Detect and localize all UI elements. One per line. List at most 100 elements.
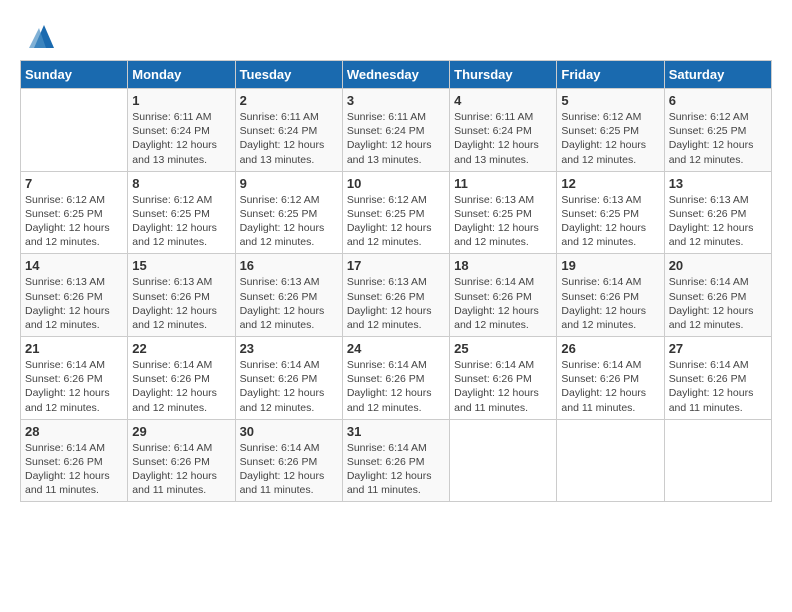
calendar-cell: 5 Sunrise: 6:12 AMSunset: 6:25 PMDaylight… xyxy=(557,89,664,172)
calendar-cell: 15 Sunrise: 6:13 AMSunset: 6:26 PMDayligh… xyxy=(128,254,235,337)
calendar-cell: 11 Sunrise: 6:13 AMSunset: 6:25 PMDayligh… xyxy=(450,171,557,254)
day-info: Sunrise: 6:14 AMSunset: 6:26 PMDaylight:… xyxy=(561,275,659,332)
calendar-cell: 27 Sunrise: 6:14 AMSunset: 6:26 PMDayligh… xyxy=(664,337,771,420)
calendar-cell: 7 Sunrise: 6:12 AMSunset: 6:25 PMDaylight… xyxy=(21,171,128,254)
day-number: 25 xyxy=(454,341,552,356)
day-number: 22 xyxy=(132,341,230,356)
calendar-cell: 6 Sunrise: 6:12 AMSunset: 6:25 PMDaylight… xyxy=(664,89,771,172)
day-number: 4 xyxy=(454,93,552,108)
calendar-cell: 21 Sunrise: 6:14 AMSunset: 6:26 PMDayligh… xyxy=(21,337,128,420)
day-info: Sunrise: 6:14 AMSunset: 6:26 PMDaylight:… xyxy=(669,275,767,332)
calendar-cell: 4 Sunrise: 6:11 AMSunset: 6:24 PMDaylight… xyxy=(450,89,557,172)
calendar-cell: 20Sunrise: 6:14 AMSunset: 6:26 PMDayligh… xyxy=(664,254,771,337)
calendar-cell: 18Sunrise: 6:14 AMSunset: 6:26 PMDayligh… xyxy=(450,254,557,337)
day-info: Sunrise: 6:14 AMSunset: 6:26 PMDaylight:… xyxy=(347,358,445,415)
day-number: 14 xyxy=(25,258,123,273)
day-info: Sunrise: 6:13 AMSunset: 6:26 PMDaylight:… xyxy=(240,275,338,332)
calendar-table: SundayMondayTuesdayWednesdayThursdayFrid… xyxy=(20,60,772,502)
day-number: 28 xyxy=(25,424,123,439)
day-info: Sunrise: 6:14 AMSunset: 6:26 PMDaylight:… xyxy=(25,358,123,415)
calendar-cell: 25 Sunrise: 6:14 AMSunset: 6:26 PMDayligh… xyxy=(450,337,557,420)
calendar-cell: 12 Sunrise: 6:13 AMSunset: 6:25 PMDayligh… xyxy=(557,171,664,254)
day-number: 5 xyxy=(561,93,659,108)
calendar-cell: 16Sunrise: 6:13 AMSunset: 6:26 PMDayligh… xyxy=(235,254,342,337)
day-info: Sunrise: 6:14 AMSunset: 6:26 PMDaylight:… xyxy=(240,441,338,498)
day-number: 6 xyxy=(669,93,767,108)
day-info: Sunrise: 6:12 AMSunset: 6:25 PMDaylight:… xyxy=(240,193,338,250)
header-day-saturday: Saturday xyxy=(664,61,771,89)
day-number: 1 xyxy=(132,93,230,108)
day-number: 13 xyxy=(669,176,767,191)
calendar-cell xyxy=(557,419,664,502)
day-info: Sunrise: 6:14 AMSunset: 6:26 PMDaylight:… xyxy=(454,358,552,415)
calendar-header: SundayMondayTuesdayWednesdayThursdayFrid… xyxy=(21,61,772,89)
day-info: Sunrise: 6:11 AMSunset: 6:24 PMDaylight:… xyxy=(347,110,445,167)
day-info: Sunrise: 6:13 AMSunset: 6:26 PMDaylight:… xyxy=(347,275,445,332)
calendar-cell: 3Sunrise: 6:11 AMSunset: 6:24 PMDaylight… xyxy=(342,89,449,172)
day-info: Sunrise: 6:13 AMSunset: 6:25 PMDaylight:… xyxy=(561,193,659,250)
calendar-cell: 8 Sunrise: 6:12 AMSunset: 6:25 PMDaylight… xyxy=(128,171,235,254)
week-row-3: 14 Sunrise: 6:13 AMSunset: 6:26 PMDayligh… xyxy=(21,254,772,337)
calendar-cell: 30Sunrise: 6:14 AMSunset: 6:26 PMDayligh… xyxy=(235,419,342,502)
day-number: 2 xyxy=(240,93,338,108)
day-info: Sunrise: 6:14 AMSunset: 6:26 PMDaylight:… xyxy=(132,358,230,415)
calendar-cell: 1 Sunrise: 6:11 AMSunset: 6:24 PMDaylight… xyxy=(128,89,235,172)
calendar-cell: 22 Sunrise: 6:14 AMSunset: 6:26 PMDayligh… xyxy=(128,337,235,420)
day-number: 12 xyxy=(561,176,659,191)
day-info: Sunrise: 6:11 AMSunset: 6:24 PMDaylight:… xyxy=(132,110,230,167)
day-number: 11 xyxy=(454,176,552,191)
day-info: Sunrise: 6:14 AMSunset: 6:26 PMDaylight:… xyxy=(240,358,338,415)
calendar-cell: 26 Sunrise: 6:14 AMSunset: 6:26 PMDayligh… xyxy=(557,337,664,420)
day-info: Sunrise: 6:14 AMSunset: 6:26 PMDaylight:… xyxy=(669,358,767,415)
header-day-sunday: Sunday xyxy=(21,61,128,89)
calendar-cell: 17Sunrise: 6:13 AMSunset: 6:26 PMDayligh… xyxy=(342,254,449,337)
day-number: 15 xyxy=(132,258,230,273)
day-info: Sunrise: 6:12 AMSunset: 6:25 PMDaylight:… xyxy=(132,193,230,250)
day-number: 24 xyxy=(347,341,445,356)
header-day-wednesday: Wednesday xyxy=(342,61,449,89)
day-info: Sunrise: 6:14 AMSunset: 6:26 PMDaylight:… xyxy=(132,441,230,498)
calendar-cell: 23 Sunrise: 6:14 AMSunset: 6:26 PMDayligh… xyxy=(235,337,342,420)
day-number: 8 xyxy=(132,176,230,191)
day-number: 27 xyxy=(669,341,767,356)
header-day-tuesday: Tuesday xyxy=(235,61,342,89)
header-day-thursday: Thursday xyxy=(450,61,557,89)
calendar-cell: 13 Sunrise: 6:13 AMSunset: 6:26 PMDayligh… xyxy=(664,171,771,254)
day-number: 26 xyxy=(561,341,659,356)
day-number: 21 xyxy=(25,341,123,356)
day-info: Sunrise: 6:12 AMSunset: 6:25 PMDaylight:… xyxy=(347,193,445,250)
day-info: Sunrise: 6:13 AMSunset: 6:26 PMDaylight:… xyxy=(25,275,123,332)
calendar-cell: 28 Sunrise: 6:14 AMSunset: 6:26 PMDayligh… xyxy=(21,419,128,502)
header-row: SundayMondayTuesdayWednesdayThursdayFrid… xyxy=(21,61,772,89)
calendar-cell: 31Sunrise: 6:14 AMSunset: 6:26 PMDayligh… xyxy=(342,419,449,502)
day-number: 29 xyxy=(132,424,230,439)
day-info: Sunrise: 6:13 AMSunset: 6:26 PMDaylight:… xyxy=(132,275,230,332)
week-row-1: 1 Sunrise: 6:11 AMSunset: 6:24 PMDaylight… xyxy=(21,89,772,172)
day-info: Sunrise: 6:14 AMSunset: 6:26 PMDaylight:… xyxy=(561,358,659,415)
week-row-2: 7 Sunrise: 6:12 AMSunset: 6:25 PMDaylight… xyxy=(21,171,772,254)
calendar-body: 1 Sunrise: 6:11 AMSunset: 6:24 PMDaylight… xyxy=(21,89,772,502)
week-row-4: 21 Sunrise: 6:14 AMSunset: 6:26 PMDayligh… xyxy=(21,337,772,420)
calendar-cell: 19Sunrise: 6:14 AMSunset: 6:26 PMDayligh… xyxy=(557,254,664,337)
calendar-cell xyxy=(21,89,128,172)
week-row-5: 28 Sunrise: 6:14 AMSunset: 6:26 PMDayligh… xyxy=(21,419,772,502)
calendar-cell: 14 Sunrise: 6:13 AMSunset: 6:26 PMDayligh… xyxy=(21,254,128,337)
day-number: 23 xyxy=(240,341,338,356)
calendar-cell: 2 Sunrise: 6:11 AMSunset: 6:24 PMDaylight… xyxy=(235,89,342,172)
day-info: Sunrise: 6:13 AMSunset: 6:26 PMDaylight:… xyxy=(669,193,767,250)
header-day-friday: Friday xyxy=(557,61,664,89)
calendar-cell: 10Sunrise: 6:12 AMSunset: 6:25 PMDayligh… xyxy=(342,171,449,254)
day-info: Sunrise: 6:12 AMSunset: 6:25 PMDaylight:… xyxy=(25,193,123,250)
day-info: Sunrise: 6:12 AMSunset: 6:25 PMDaylight:… xyxy=(669,110,767,167)
day-number: 7 xyxy=(25,176,123,191)
day-info: Sunrise: 6:11 AMSunset: 6:24 PMDaylight:… xyxy=(454,110,552,167)
header-day-monday: Monday xyxy=(128,61,235,89)
calendar-cell xyxy=(664,419,771,502)
day-info: Sunrise: 6:13 AMSunset: 6:25 PMDaylight:… xyxy=(454,193,552,250)
day-info: Sunrise: 6:12 AMSunset: 6:25 PMDaylight:… xyxy=(561,110,659,167)
page-header xyxy=(20,20,772,50)
day-info: Sunrise: 6:11 AMSunset: 6:24 PMDaylight:… xyxy=(240,110,338,167)
calendar-cell: 24 Sunrise: 6:14 AMSunset: 6:26 PMDayligh… xyxy=(342,337,449,420)
day-info: Sunrise: 6:14 AMSunset: 6:26 PMDaylight:… xyxy=(25,441,123,498)
calendar-cell xyxy=(450,419,557,502)
